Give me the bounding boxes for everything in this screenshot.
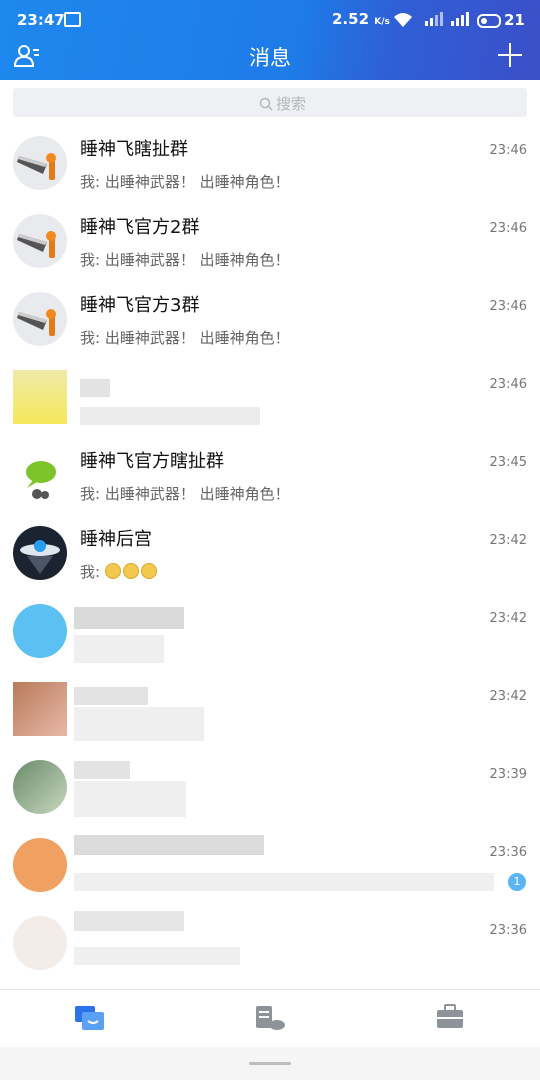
redacted-name (74, 607, 184, 629)
conversation-row[interactable]: 23:42 (0, 595, 540, 673)
search-input[interactable]: 搜索 (13, 88, 527, 117)
messages-icon[interactable] (74, 1004, 106, 1032)
redacted-preview (74, 947, 240, 965)
conversation-row[interactable]: 睡神飞官方3群 我: 出睡神武器！ 出睡神角色！ 23:46 (0, 283, 540, 361)
blurred-avatar (13, 370, 67, 424)
conversation-time: 23:46 (489, 143, 527, 158)
conversation-name: 睡神后宫 (80, 529, 152, 550)
leaf-avatar (13, 448, 67, 502)
conversation-row[interactable]: 23:39 (0, 751, 540, 829)
conversation-preview: 我: 出睡神武器！ 出睡神角色！ (80, 173, 290, 191)
conversation-name: 睡神飞官方瞎扯群 (80, 451, 224, 472)
blurred-avatar (13, 760, 67, 814)
ufo-avatar (13, 526, 67, 580)
blurred-avatar (13, 682, 67, 736)
conversation-name: 睡神飞官方2群 (80, 217, 200, 238)
redacted-name (74, 687, 148, 705)
conversation-row[interactable]: 睡神后宫 我: 23:42 (0, 517, 540, 595)
conversation-row[interactable]: 睡神飞瞎扯群 我: 出睡神武器！ 出睡神角色！ 23:46 (0, 127, 540, 205)
sword-avatar (13, 136, 67, 190)
redacted-preview (74, 635, 164, 663)
conversation-time: 23:46 (489, 299, 527, 314)
conversation-time: 23:46 (489, 377, 527, 392)
briefcase-icon[interactable] (436, 1004, 464, 1030)
conversation-row[interactable]: 23:42 (0, 673, 540, 751)
conversation-row[interactable]: 23:36 (0, 907, 540, 985)
redacted-name (74, 761, 130, 779)
search-placeholder: 搜索 (276, 95, 307, 113)
conversation-time: 23:36 (489, 923, 527, 938)
conversation-preview: 我: 出睡神武器！ 出睡神角色！ (80, 329, 290, 347)
conversation-row[interactable]: 23:36 1 (0, 829, 540, 907)
conversation-preview: 我: (80, 561, 159, 582)
emoji-icon (122, 563, 139, 579)
conversation-time: 23:45 (489, 455, 527, 470)
conversation-row[interactable]: 睡神飞官方瞎扯群 我: 出睡神武器！ 出睡神角色！ 23:45 (0, 439, 540, 517)
redacted-name (74, 835, 264, 855)
signal-sim1-icon (425, 12, 443, 26)
add-icon[interactable] (496, 41, 524, 69)
redacted-name (74, 911, 184, 931)
conversation-row[interactable]: 23:46 (0, 361, 540, 439)
battery-icon (477, 14, 501, 28)
redacted-name (80, 379, 110, 397)
redacted-preview (74, 873, 494, 891)
unread-badge: 1 (508, 873, 526, 891)
conversation-time: 23:42 (489, 533, 527, 548)
conversation-name: 睡神飞瞎扯群 (80, 139, 188, 160)
redacted-preview (74, 781, 186, 817)
blurred-avatar (13, 916, 67, 970)
conversation-name: 睡神飞官方3群 (80, 295, 200, 316)
page-title: 消息 (249, 46, 291, 70)
gesture-bar (0, 1047, 540, 1080)
redacted-preview (74, 707, 204, 741)
blurred-avatar (13, 838, 67, 892)
signal-sim2-icon (451, 12, 469, 26)
conversation-time: 23:42 (489, 611, 527, 626)
conversation-time: 23:46 (489, 221, 527, 236)
blurred-avatar (13, 604, 67, 658)
emoji-icon (140, 563, 157, 579)
sword-avatar (13, 214, 67, 268)
conversation-time: 23:36 (489, 845, 527, 860)
conversation-time: 23:42 (489, 689, 527, 704)
conversation-time: 23:39 (489, 767, 527, 782)
conversation-row[interactable]: 睡神飞官方2群 我: 出睡神武器！ 出睡神角色！ 23:46 (0, 205, 540, 283)
network-speed: 2.52 K/s (332, 10, 390, 28)
bottom-tab-bar (0, 989, 540, 1048)
redacted-preview (80, 407, 260, 425)
battery-level: 21 (504, 11, 525, 29)
wifi-icon (394, 13, 412, 27)
search-icon (259, 97, 273, 111)
conversation-preview: 我: 出睡神武器！ 出睡神角色！ (80, 485, 290, 503)
sword-avatar (13, 292, 67, 346)
emoji-icon (104, 563, 121, 579)
conversation-preview: 我: 出睡神武器！ 出睡神角色！ (80, 251, 290, 269)
status-time: 23:47 (17, 11, 65, 29)
documents-cloud-icon[interactable] (254, 1004, 286, 1032)
gallery-notification-icon (64, 12, 81, 27)
app-header: 23:47 2.52 K/s 21 消息 (0, 0, 540, 80)
status-bar: 23:47 2.52 K/s 21 (0, 0, 540, 38)
